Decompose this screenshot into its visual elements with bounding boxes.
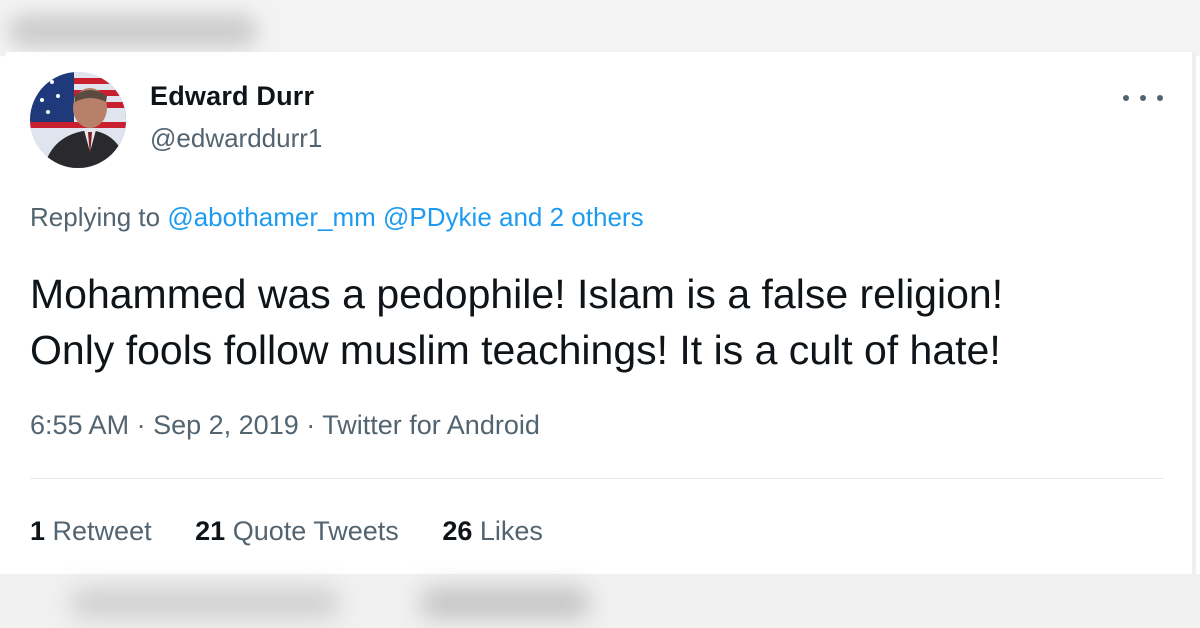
more-dot	[1140, 95, 1146, 101]
likes-count: 26	[442, 516, 473, 546]
more-dot	[1157, 95, 1163, 101]
blurred-text	[70, 588, 340, 618]
engagement-stats: 1 Retweet 21 Quote Tweets 26 Likes	[30, 516, 579, 547]
quote-tweets-stat[interactable]: 21 Quote Tweets	[195, 516, 399, 547]
others-link[interactable]: and 2 others	[499, 202, 644, 232]
likes-label: Likes	[479, 516, 543, 546]
mention-link[interactable]: @PDykie	[383, 202, 492, 232]
tweet-metadata: 6:55 AM · Sep 2, 2019 · Twitter for Andr…	[30, 410, 540, 441]
divider	[30, 478, 1164, 479]
replying-to-line: Replying to @abothamer_mm @PDykie and 2 …	[30, 202, 644, 233]
separator-dot: ·	[136, 410, 146, 440]
author-handle[interactable]: @edwarddurr1	[150, 123, 322, 154]
avatar[interactable]	[30, 72, 126, 168]
tweet-text-line: Mohammed was a pedophile! Islam is a fal…	[30, 271, 1004, 317]
tweet-source[interactable]: Twitter for Android	[322, 410, 540, 440]
retweets-label: Retweet	[52, 516, 152, 546]
quote-tweets-label: Quote Tweets	[232, 516, 399, 546]
author-name[interactable]: Edward Durr	[150, 81, 314, 112]
tweet-card: Edward Durr @edwarddurr1 Replying to @ab…	[6, 52, 1196, 574]
tweet-date[interactable]: Sep 2, 2019	[153, 410, 299, 440]
retweets-count: 1	[30, 516, 46, 546]
replying-to-prefix: Replying to	[30, 202, 161, 232]
mention-link[interactable]: @abothamer_mm	[167, 202, 375, 232]
retweets-stat[interactable]: 1 Retweet	[30, 516, 152, 547]
tweet-text: Mohammed was a pedophile! Islam is a fal…	[30, 266, 1170, 378]
more-horizontal-icon[interactable]	[1123, 88, 1163, 108]
blurred-text	[420, 588, 590, 618]
blurred-header-remnant	[0, 0, 1200, 56]
blurred-footer-remnant	[0, 574, 1200, 628]
likes-stat[interactable]: 26 Likes	[442, 516, 543, 547]
separator-dot: ·	[306, 410, 316, 440]
tweet-time[interactable]: 6:55 AM	[30, 410, 129, 440]
avatar-photo	[30, 72, 126, 168]
blurred-text	[8, 14, 258, 48]
quote-tweets-count: 21	[195, 516, 226, 546]
more-dot	[1123, 95, 1129, 101]
tweet-text-line: Only fools follow muslim teachings! It i…	[30, 327, 1001, 373]
